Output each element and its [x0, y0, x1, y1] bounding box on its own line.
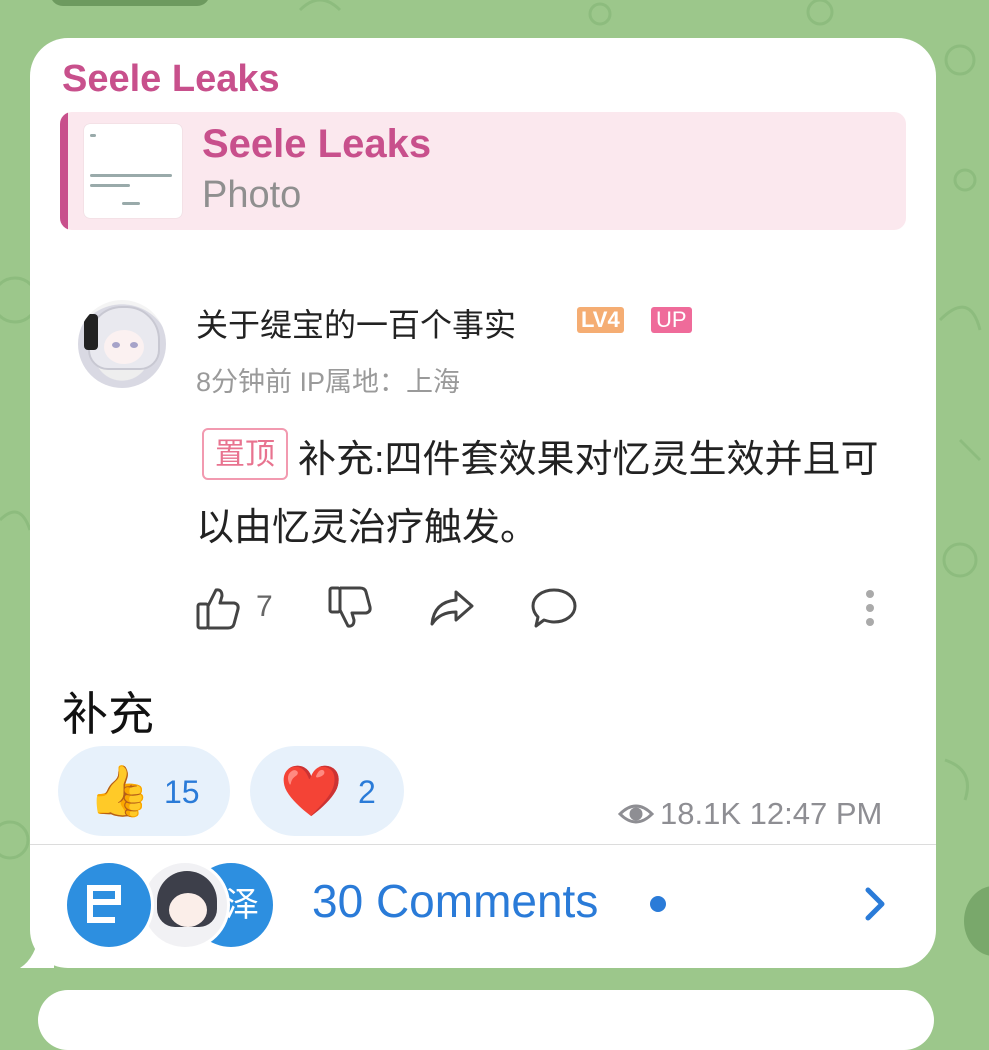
thumbs-up-emoji: 👍 [88, 763, 151, 819]
message-time: 12:47 PM [749, 796, 883, 831]
heart-emoji: ❤️ [280, 763, 343, 819]
level-badge: LV4 [577, 307, 624, 333]
thumbs-down-icon [328, 586, 374, 630]
previous-message-edge [50, 0, 210, 6]
unread-dot [650, 896, 666, 912]
reply-sender-name: Seele Leaks [202, 122, 432, 166]
reply-bubble-icon [530, 586, 578, 630]
share-icon [428, 586, 476, 630]
reaction-thumbs-up[interactable]: 👍 15 [58, 746, 230, 836]
commenter-avatar [64, 860, 154, 950]
reply-subtitle: Photo [202, 174, 302, 216]
message-text: 补充 [62, 688, 154, 740]
reaction-count: 2 [358, 774, 376, 810]
reply-thumbnail [84, 124, 182, 218]
comment-meta: 8分钟前 IP属地：上海 [196, 367, 461, 397]
reply-preview[interactable]: Seele Leaks Photo [60, 112, 906, 230]
comment-text: 补充:四件套效果对忆灵生效并且可以由忆灵治疗触发。 [196, 439, 879, 549]
reply-accent-bar [60, 112, 68, 230]
reaction-heart[interactable]: ❤️ 2 [250, 746, 404, 836]
comments-link[interactable]: 30 Comments [312, 874, 598, 928]
scroll-down-button[interactable] [964, 886, 989, 956]
chevron-right-icon[interactable] [860, 884, 890, 929]
view-count: 18.1K [660, 796, 742, 831]
comments-divider [30, 844, 936, 845]
eye-icon [617, 798, 655, 834]
sender-name[interactable]: Seele Leaks [62, 58, 280, 101]
comment-username: 关于缇宝的一百个事实 [196, 307, 517, 343]
message-bubble[interactable]: Seele Leaks Seele Leaks Photo 关于缇宝的一百个事实… [30, 38, 936, 968]
comment-avatar [78, 300, 166, 388]
message-info: 18.1K 12:47 PM [617, 796, 883, 834]
more-vertical-icon [864, 588, 876, 632]
reaction-count: 15 [164, 774, 200, 810]
like-count: 7 [256, 590, 273, 623]
next-message-bubble[interactable] [38, 990, 934, 1050]
up-badge: UP [651, 307, 692, 333]
thumbs-up-icon [196, 586, 242, 630]
